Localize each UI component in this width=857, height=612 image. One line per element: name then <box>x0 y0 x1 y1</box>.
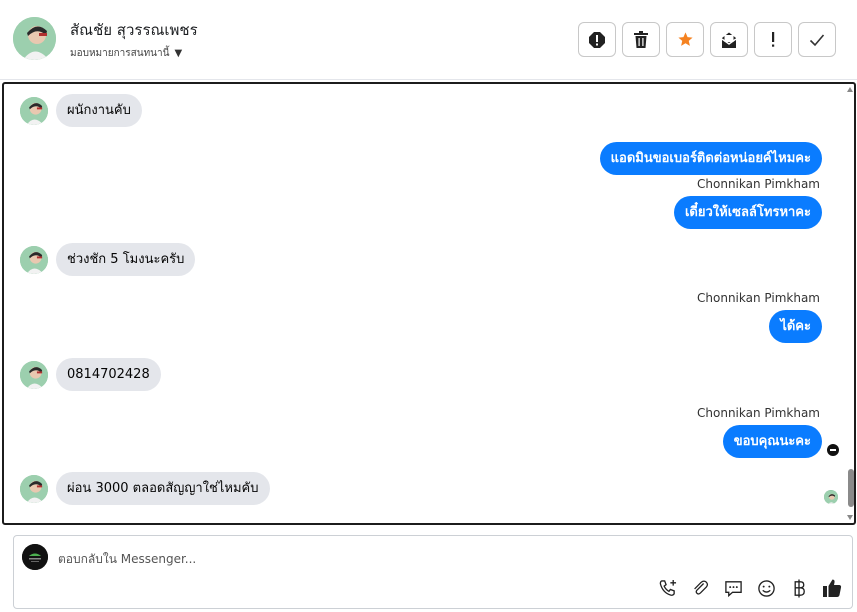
like-button[interactable] <box>822 578 842 598</box>
sender-name: Chonnikan Pimkham <box>697 291 820 305</box>
mark-done-button[interactable] <box>798 22 836 57</box>
phone-plus-icon <box>659 579 676 596</box>
contact-avatar-small <box>20 474 48 503</box>
composer-toolbar <box>657 578 842 598</box>
message-bubble[interactable]: ผนักงานคับ <box>56 94 142 127</box>
reply-composer <box>13 535 853 609</box>
message-bubble[interactable]: ผ่อน 3000 ตลอดสัญญาใช่ไหมคับ <box>56 472 270 505</box>
report-button[interactable] <box>578 22 616 57</box>
star-icon <box>677 32 693 46</box>
payment-button[interactable] <box>789 578 809 598</box>
seen-by-avatar <box>824 490 838 504</box>
attach-button[interactable] <box>690 578 710 598</box>
incoming-message: ผ่อน 3000 ตลอดสัญญาใช่ไหมคับ <box>20 472 270 505</box>
incoming-message: ผนักงานคับ <box>20 94 142 127</box>
thumbs-up-icon <box>823 579 842 597</box>
mail-icon <box>721 32 737 48</box>
mark-unread-button[interactable] <box>710 22 748 57</box>
outgoing-message-bubble[interactable]: เดี๋ยวให้เซลล์โทรหาคะ <box>673 196 822 229</box>
contact-name: สัณชัย สุวรรณเพชร <box>70 21 198 39</box>
conversation-header: สัณชัย สุวรรณเพชร มอบหมายการสนทนานี้ ▼ <box>0 0 857 80</box>
contact-avatar[interactable] <box>13 17 56 60</box>
smiley-icon <box>757 579 775 597</box>
message-dots-icon <box>724 580 742 597</box>
delivered-icon <box>827 444 839 456</box>
outgoing-message-bubble[interactable]: ขอบคุณนะคะ <box>722 425 822 458</box>
page-avatar <box>22 544 48 570</box>
contact-avatar-small <box>20 245 48 274</box>
call-button[interactable] <box>657 578 677 598</box>
incoming-message: ช่วงชัก 5 โมงนะครับ <box>20 243 196 276</box>
check-icon <box>809 33 825 46</box>
reply-input[interactable] <box>58 550 758 568</box>
thread-scrollbar[interactable] <box>846 84 854 523</box>
saved-replies-button[interactable] <box>723 578 743 598</box>
important-button[interactable] <box>754 22 792 57</box>
incoming-message: 0814702428 <box>20 358 161 391</box>
baht-icon <box>794 578 805 598</box>
outgoing-message-bubble[interactable]: ได้คะ <box>769 310 822 343</box>
caret-down-icon: ▼ <box>174 48 183 59</box>
assign-conversation-dropdown[interactable]: มอบหมายการสนทนานี้ ▼ <box>70 46 182 61</box>
scroll-down-arrow-icon[interactable] <box>847 515 853 520</box>
delete-button[interactable] <box>622 22 660 57</box>
emoji-button[interactable] <box>756 578 776 598</box>
contact-avatar-small <box>20 360 48 389</box>
outgoing-message-bubble[interactable]: แอดมินขอเบอร์ติดต่อหน่อยค์ไหมคะ <box>599 142 822 175</box>
report-icon <box>589 31 605 48</box>
message-thread[interactable]: ผนักงานคับ แอดมินขอเบอร์ติดต่อหน่อยค์ไหม… <box>2 82 856 525</box>
star-button[interactable] <box>666 22 704 57</box>
scroll-up-arrow-icon[interactable] <box>847 87 853 92</box>
assign-label: มอบหมายการสนทนานี้ <box>70 48 170 59</box>
sender-name: Chonnikan Pimkham <box>697 406 820 420</box>
sender-name: Chonnikan Pimkham <box>697 177 820 191</box>
message-bubble[interactable]: ช่วงชัก 5 โมงนะครับ <box>56 243 196 276</box>
paperclip-icon <box>694 580 709 595</box>
trash-icon <box>634 31 648 48</box>
header-actions <box>578 22 836 57</box>
message-bubble[interactable]: 0814702428 <box>56 358 161 391</box>
contact-avatar-small <box>20 96 48 125</box>
exclamation-icon <box>772 32 775 47</box>
scroll-thumb[interactable] <box>848 469 854 507</box>
